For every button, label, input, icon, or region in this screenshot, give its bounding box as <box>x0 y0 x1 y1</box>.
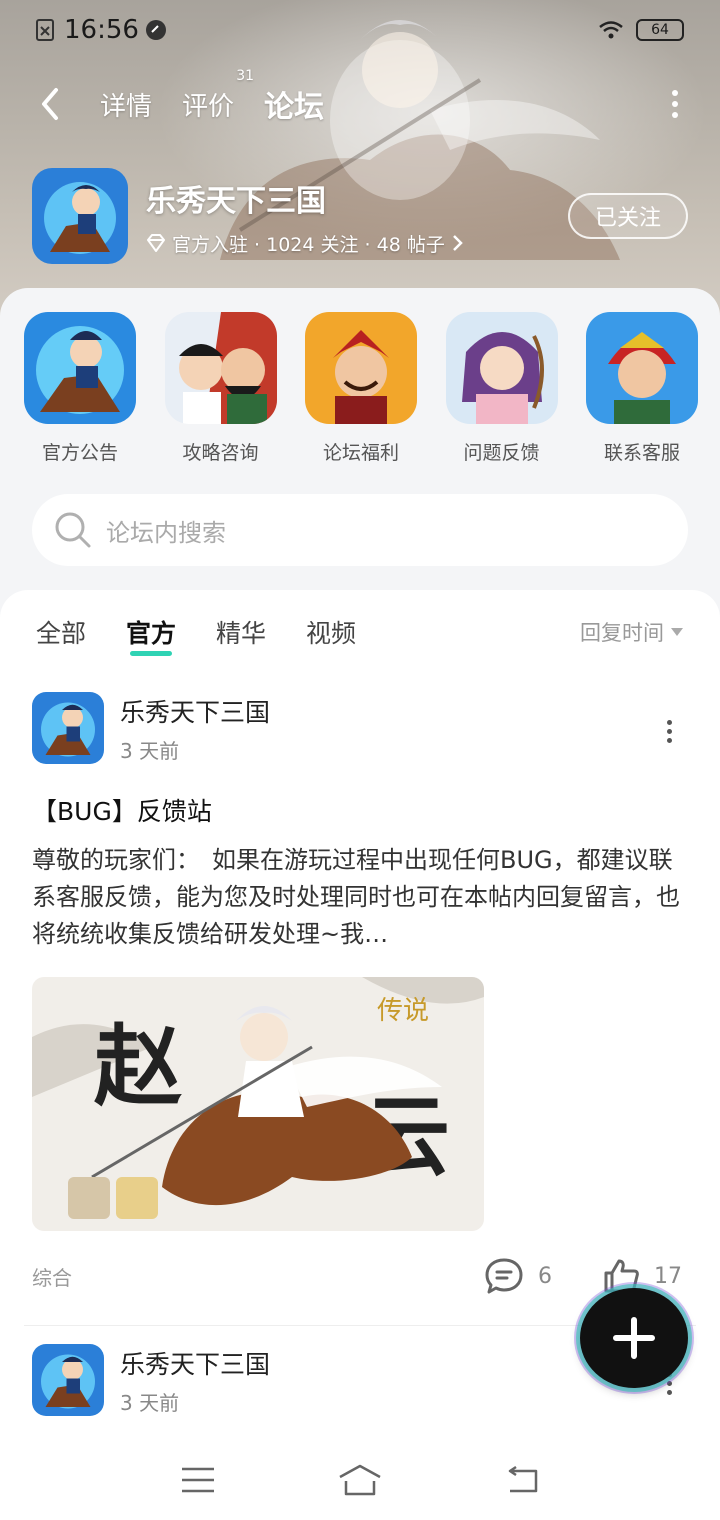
diamond-icon <box>147 234 165 252</box>
avatar[interactable] <box>32 692 104 764</box>
category-official-announcement[interactable]: 官方公告 <box>24 312 136 465</box>
category-feedback[interactable]: 问题反馈 <box>445 312 558 465</box>
follow-button[interactable]: 已关注 <box>568 193 688 239</box>
game-title: 乐秀天下三国 <box>146 183 326 219</box>
hero-rider-icon <box>24 312 136 424</box>
filter-featured[interactable]: 精华 <box>216 614 266 650</box>
game-meta[interactable]: 官方入驻 · 1024 关注 · 48 帖子 <box>146 230 463 257</box>
post-card[interactable]: 乐秀天下三国 3 天前 【BUG】反馈站 尊敬的玩家们： 如果在游玩过程中出现任… <box>0 674 720 1321</box>
like-count: 17 <box>654 1263 682 1289</box>
post-time: 3 天前 <box>120 1390 180 1415</box>
category-contact-service[interactable]: 联系客服 <box>586 312 698 465</box>
red-general-icon <box>586 312 698 424</box>
category-forum-welfare[interactable]: 论坛福利 <box>305 312 417 465</box>
back-button[interactable] <box>30 84 70 124</box>
chevron-right-icon <box>452 235 463 251</box>
post-more-button[interactable] <box>667 720 672 743</box>
status-bar: 16:56 64 <box>0 0 720 60</box>
post-title[interactable]: 【BUG】反馈站 <box>32 792 688 828</box>
comment-button[interactable]: 6 <box>484 1257 552 1295</box>
plus-icon <box>613 1317 655 1359</box>
tab-forum[interactable]: 论坛 <box>260 82 329 126</box>
filter-bar: 全部 官方 精华 视频 回复时间 <box>0 590 720 674</box>
sim-icon <box>36 19 54 41</box>
new-post-button[interactable] <box>580 1288 688 1388</box>
game-info-row: 乐秀天下三国 官方入驻 · 1024 关注 · 48 帖子 已关注 <box>32 168 688 264</box>
category-strategy[interactable]: 攻略咨询 <box>164 312 277 465</box>
notification-icon <box>145 20 166 40</box>
image-badge-legend: 传说 <box>377 996 429 1026</box>
post-image[interactable]: 赵 云 传说 <box>32 977 484 1231</box>
post-time: 3 天前 <box>120 738 180 763</box>
filter-all[interactable]: 全部 <box>36 614 86 650</box>
two-heroes-icon <box>164 312 277 424</box>
search-icon <box>55 512 91 548</box>
more-menu-button[interactable] <box>672 90 680 118</box>
review-count-badge: 31 <box>236 67 255 84</box>
comment-count: 6 <box>538 1263 552 1289</box>
tab-details[interactable]: 详情 <box>100 86 152 123</box>
search-placeholder: 论坛内搜索 <box>106 518 226 547</box>
wifi-icon <box>599 21 623 39</box>
author-name[interactable]: 乐秀天下三国 <box>120 1345 270 1381</box>
caret-down-icon <box>671 628 683 636</box>
status-time: 16:56 <box>64 15 139 45</box>
game-icon[interactable] <box>32 168 128 264</box>
archer-girl-icon <box>445 312 558 424</box>
forum-search-bar[interactable]: 论坛内搜索 <box>32 494 688 566</box>
battery-indicator: 64 <box>636 19 684 41</box>
avatar[interactable] <box>32 1344 104 1416</box>
filter-official[interactable]: 官方 <box>126 614 176 656</box>
system-nav-bar <box>0 1440 720 1520</box>
top-nav: 详情 评价 31 论坛 <box>0 68 720 136</box>
warlord-icon <box>305 312 417 424</box>
post-body[interactable]: 尊敬的玩家们： 如果在游玩过程中出现任何BUG，都建议联系客服反馈，能为您及时处… <box>32 842 688 953</box>
filter-video[interactable]: 视频 <box>306 614 356 650</box>
sort-dropdown[interactable]: 回复时间 <box>580 617 684 647</box>
back-nav-icon[interactable] <box>504 1465 540 1495</box>
tab-reviews[interactable]: 评价 31 <box>182 68 254 123</box>
author-name[interactable]: 乐秀天下三国 <box>120 693 270 729</box>
home-icon[interactable] <box>336 1463 384 1497</box>
image-char-zhao: 赵 <box>94 1015 182 1118</box>
menu-icon[interactable] <box>180 1465 216 1495</box>
chevron-left-icon <box>42 88 58 120</box>
comment-icon <box>485 1258 523 1294</box>
post-category-tag[interactable]: 综合 <box>32 1262 72 1291</box>
category-row: 官方公告 攻略咨询 论坛福利 问题反馈 联系客服 <box>24 312 714 465</box>
